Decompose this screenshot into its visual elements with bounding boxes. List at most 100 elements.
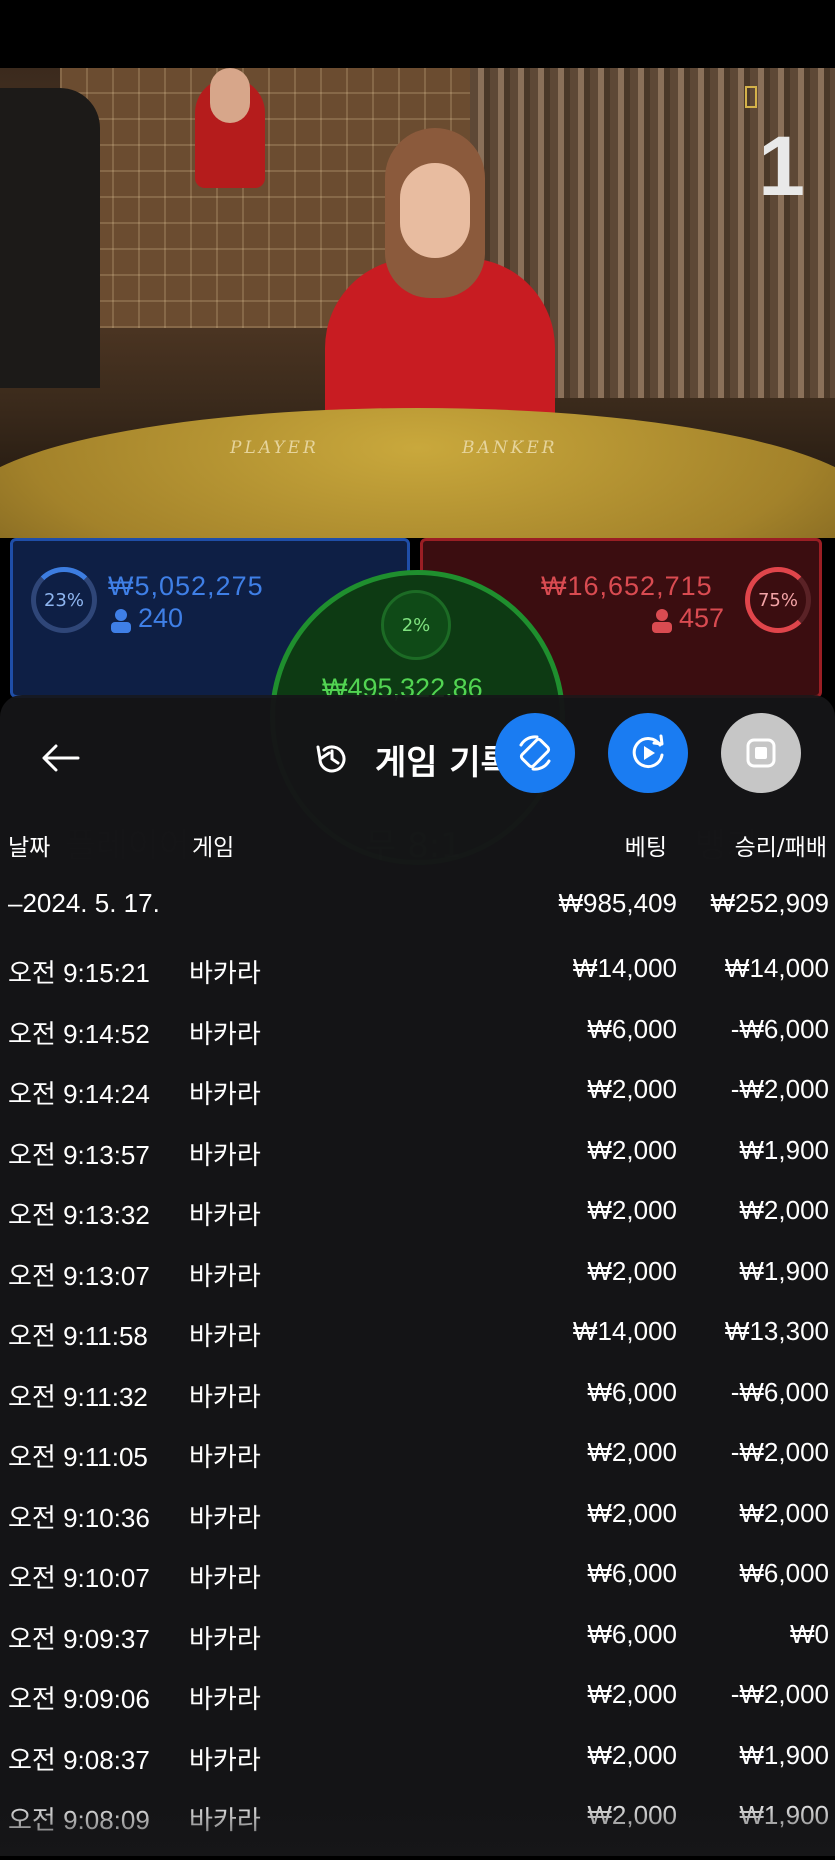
background-dealer-head xyxy=(210,68,250,123)
row-bet: ₩2,000 xyxy=(587,1074,677,1104)
row-result: -₩6,000 xyxy=(730,1013,829,1044)
game-history-sheet: 게임 기록 날짜 게임 베팅 승리/패배 –2024. 5. 17. ₩985,… xyxy=(0,695,835,1856)
row-game: 바카라 xyxy=(189,1502,261,1533)
row-result: -₩2,000 xyxy=(730,1437,829,1467)
player-bet-amount: ₩5,052,275 xyxy=(108,571,264,601)
history-row[interactable]: 오전 9:09:37 바카라 ₩6,000 ₩0 xyxy=(0,1619,835,1679)
history-row[interactable]: 오전 9:10:07 바카라 ₩6,000 ₩6,000 xyxy=(0,1558,835,1618)
row-result: ₩1,900 xyxy=(739,1134,829,1165)
row-bet: ₩2,000 xyxy=(587,1497,677,1528)
row-time: 오전 9:11:58 xyxy=(8,1321,148,1351)
banker-bet-amount: ₩16,652,715 xyxy=(541,571,713,601)
summary-bet: ₩985,409 xyxy=(558,888,677,918)
column-header-date[interactable]: 날짜 xyxy=(8,828,50,862)
row-time: 오전 9:13:32 xyxy=(8,1200,150,1230)
row-time: 오전 9:15:21 xyxy=(8,958,150,988)
history-row[interactable]: 오전 9:09:06 바카라 ₩2,000 -₩2,000 xyxy=(0,1679,835,1739)
row-result: -₩2,000 xyxy=(730,1074,829,1104)
banker-count: 457 xyxy=(679,603,725,633)
round-number: 1 xyxy=(758,119,805,213)
row-result: ₩1,900 xyxy=(739,1255,829,1286)
row-game: 바카라 xyxy=(189,1623,261,1654)
row-bet: ₩2,000 xyxy=(587,1739,677,1770)
baccarat-table xyxy=(0,408,835,538)
summary-result: ₩252,909 xyxy=(710,888,829,918)
rotate-screen-button[interactable] xyxy=(495,713,575,793)
row-bet: ₩14,000 xyxy=(572,953,677,983)
row-game: 바카라 xyxy=(189,1744,261,1775)
history-row[interactable]: 오전 9:14:24 바카라 ₩2,000 -₩2,000 xyxy=(0,1074,835,1134)
top-bar xyxy=(0,0,835,68)
replay-button[interactable] xyxy=(608,713,688,793)
row-result: ₩6,000 xyxy=(739,1558,829,1588)
history-row[interactable]: 오전 9:10:36 바카라 ₩2,000 ₩2,000 xyxy=(0,1498,835,1558)
row-bet: ₩2,000 xyxy=(587,1679,677,1709)
row-result: ₩14,000 xyxy=(724,953,829,983)
user-icon xyxy=(111,609,131,633)
live-video-feed: PLAYER BANKER 1 xyxy=(0,68,835,538)
history-icon xyxy=(316,745,346,773)
row-result: ₩1,900 xyxy=(739,1739,829,1770)
row-bet: ₩2,000 xyxy=(587,1195,677,1225)
scroll-fade xyxy=(0,1796,835,1856)
column-header-game[interactable]: 게임 xyxy=(192,828,234,862)
row-time: 오전 9:11:05 xyxy=(8,1442,148,1472)
player-percent-ring: 23% xyxy=(31,567,97,633)
history-row[interactable]: 오전 9:11:58 바카라 ₩14,000 ₩13,300 xyxy=(0,1316,835,1376)
arrow-left-icon[interactable] xyxy=(40,743,80,773)
round-marker-icon xyxy=(745,86,757,108)
history-row[interactable]: 오전 9:13:32 바카라 ₩2,000 ₩2,000 xyxy=(0,1195,835,1255)
dealer-face xyxy=(400,163,470,258)
background-person xyxy=(0,88,100,388)
player-count: 240 xyxy=(138,603,184,633)
summary-date: –2024. 5. 17. xyxy=(8,888,160,918)
row-time: 오전 9:13:57 xyxy=(8,1139,150,1170)
row-game: 바카라 xyxy=(189,1321,261,1351)
row-game: 바카라 xyxy=(189,1139,261,1170)
row-result: -₩2,000 xyxy=(730,1679,829,1709)
stop-button[interactable] xyxy=(721,713,801,793)
row-time: 오전 9:09:06 xyxy=(8,1684,150,1714)
sheet-title: 게임 기록 xyxy=(375,743,512,783)
history-row[interactable]: 오전 9:13:07 바카라 ₩2,000 ₩1,900 xyxy=(0,1256,835,1316)
column-header-result[interactable]: 승리/패배 xyxy=(735,828,827,862)
row-time: 오전 9:08:37 xyxy=(8,1744,150,1775)
history-row[interactable]: 오전 9:14:52 바카라 ₩6,000 -₩6,000 xyxy=(0,1014,835,1074)
row-time: 오전 9:10:36 xyxy=(8,1502,150,1533)
history-row[interactable]: 오전 9:13:57 바카라 ₩2,000 ₩1,900 xyxy=(0,1135,835,1195)
row-game: 바카라 xyxy=(189,1018,261,1049)
history-row[interactable]: 오전 9:08:37 바카라 ₩2,000 ₩1,900 xyxy=(0,1740,835,1800)
row-game: 바카라 xyxy=(189,958,261,988)
summary-row[interactable]: –2024. 5. 17. ₩985,409 ₩252,909 xyxy=(0,888,835,948)
row-bet: ₩2,000 xyxy=(587,1255,677,1286)
row-game: 바카라 xyxy=(189,1563,261,1593)
row-bet: ₩2,000 xyxy=(587,1134,677,1165)
history-row[interactable]: 오전 9:15:21 바카라 ₩14,000 ₩14,000 xyxy=(0,953,835,1013)
row-time: 오전 9:14:24 xyxy=(8,1079,150,1109)
column-header-bet[interactable]: 베팅 xyxy=(625,828,667,862)
history-row[interactable]: 오전 9:11:32 바카라 ₩6,000 -₩6,000 xyxy=(0,1377,835,1437)
table-label-player: PLAYER xyxy=(230,438,319,458)
row-game: 바카라 xyxy=(189,1381,261,1412)
row-result: ₩0 xyxy=(790,1618,829,1649)
row-game: 바카라 xyxy=(189,1442,261,1472)
history-row[interactable]: 오전 9:11:05 바카라 ₩2,000 -₩2,000 xyxy=(0,1437,835,1497)
row-result: ₩2,000 xyxy=(739,1195,829,1225)
row-game: 바카라 xyxy=(189,1684,261,1714)
row-time: 오전 9:11:32 xyxy=(8,1381,148,1412)
rotate-screen-icon xyxy=(519,735,551,771)
row-result: ₩2,000 xyxy=(739,1497,829,1528)
row-bet: ₩6,000 xyxy=(587,1618,677,1649)
row-bet: ₩2,000 xyxy=(587,1437,677,1467)
row-time: 오전 9:09:37 xyxy=(8,1623,150,1654)
row-result: -₩6,000 xyxy=(730,1376,829,1407)
banker-percent-ring: 75% xyxy=(745,567,811,633)
row-bet: ₩6,000 xyxy=(587,1013,677,1044)
bet-statistics: 23% ₩5,052,275 240 ₩16,652,715 457 75% 2… xyxy=(0,538,835,865)
row-bet: ₩14,000 xyxy=(572,1316,677,1346)
user-icon xyxy=(652,609,672,633)
tie-percent-ring: 2% xyxy=(381,590,451,660)
row-bet: ₩6,000 xyxy=(587,1558,677,1588)
table-label-banker: BANKER xyxy=(462,438,558,458)
row-game: 바카라 xyxy=(189,1079,261,1109)
